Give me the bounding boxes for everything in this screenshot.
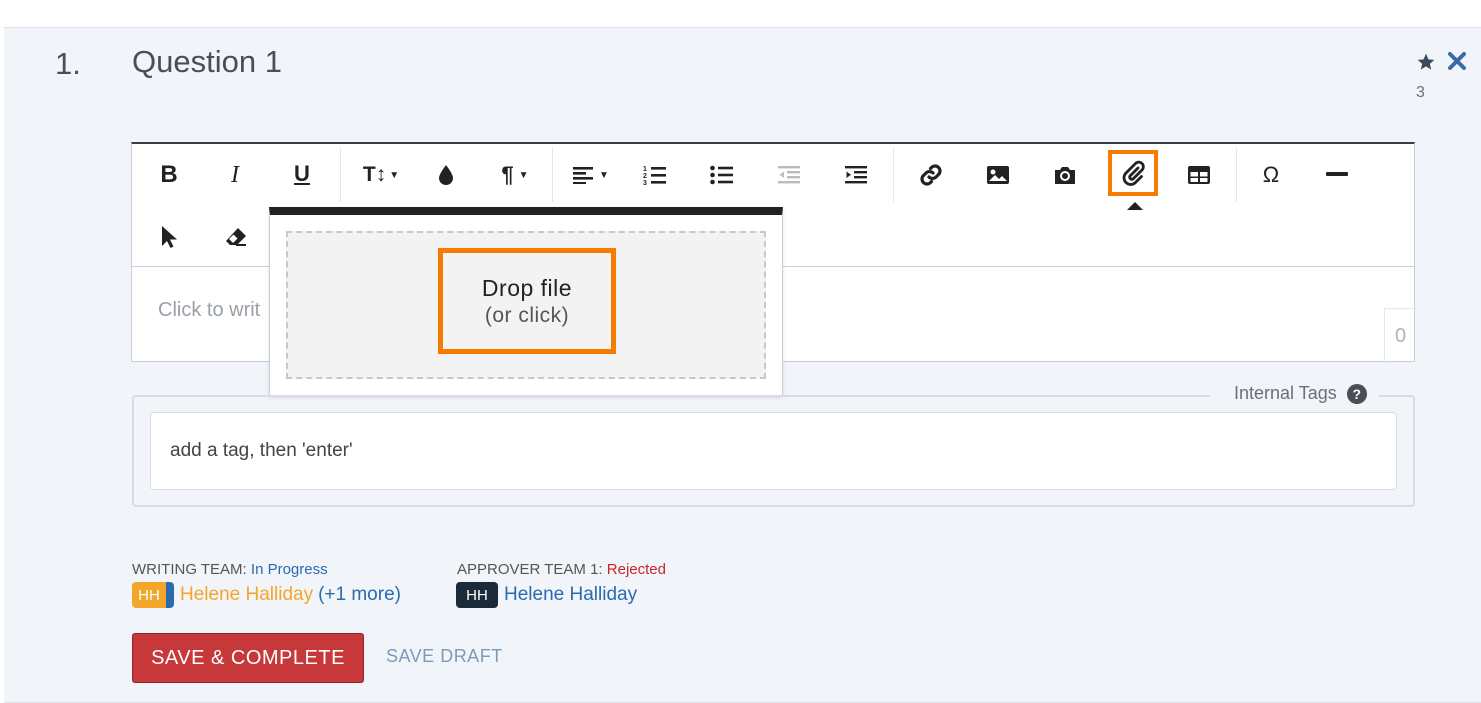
bold-button[interactable]: B [154, 160, 184, 190]
internal-tags-legend: Internal Tags ? [1210, 383, 1379, 404]
file-upload-popup: Drop file (or click) [269, 207, 783, 396]
insert-table-button[interactable] [1184, 160, 1214, 190]
outdent-button[interactable] [774, 160, 804, 190]
tag-input[interactable]: add a tag, then 'enter' [150, 412, 1397, 490]
drop-file-target[interactable]: Drop file (or click) [438, 248, 616, 354]
link-icon [920, 164, 942, 186]
close-icon[interactable] [1446, 50, 1468, 72]
question-number: 1. [55, 46, 81, 81]
approver-team-label: APPROVER TEAM 1: [457, 561, 603, 578]
editor-placeholder[interactable]: Click to writ [158, 299, 260, 322]
paragraph-format-button[interactable]: ¶ ▼ [492, 160, 538, 190]
font-size-icon: T↕ [362, 163, 387, 186]
writing-team-status-value: In Progress [250, 561, 328, 578]
align-left-icon [573, 167, 594, 184]
paragraph-icon: ¶ [501, 162, 514, 187]
indent-button[interactable] [841, 160, 871, 190]
ordered-list-button[interactable]: 123 [640, 160, 670, 190]
select-all-button[interactable] [154, 222, 184, 252]
clear-formatting-button[interactable] [220, 222, 252, 252]
drop-file-label: Drop file [481, 274, 573, 301]
underline-icon: U [294, 161, 310, 186]
save-draft-button[interactable]: SAVE DRAFT [386, 646, 503, 667]
color-drop-icon [439, 165, 453, 185]
writing-team-member: HH Helene Halliday (+1 more) [132, 582, 401, 608]
omega-icon: Ω [1262, 162, 1280, 187]
text-color-button[interactable] [432, 160, 460, 190]
internal-tags-label: Internal Tags [1234, 383, 1337, 403]
approver-team-member: HH Helene Halliday [456, 582, 637, 608]
writing-team-status: WRITING TEAM: In Progress [132, 561, 328, 578]
insert-file-button[interactable] [1108, 150, 1158, 196]
help-icon[interactable]: ? [1346, 383, 1367, 404]
star-icon[interactable] [1416, 52, 1436, 72]
camera-icon [1055, 167, 1075, 184]
align-button[interactable]: ▼ [568, 160, 614, 190]
font-size-button[interactable]: T↕ ▼ [358, 160, 404, 190]
insert-link-button[interactable] [916, 160, 946, 190]
insert-image-button[interactable] [983, 160, 1013, 190]
approver-team-status: APPROVER TEAM 1: Rejected [457, 561, 666, 578]
eraser-icon [226, 228, 246, 246]
more-members-link[interactable]: (+1 more) [318, 584, 401, 606]
character-counter: 0 [1384, 308, 1416, 364]
member-name[interactable]: Helene Halliday [180, 584, 313, 606]
italic-icon: I [231, 161, 239, 188]
cursor-icon [162, 226, 177, 248]
avatar: HH [132, 582, 174, 608]
paperclip-icon [1122, 160, 1145, 186]
horizontal-line-button[interactable] [1322, 160, 1352, 190]
special-characters-button[interactable]: Ω [1256, 160, 1286, 190]
question-title: Question 1 [132, 44, 282, 79]
approver-team-status-value: Rejected [606, 561, 666, 578]
avatar: HH [456, 582, 498, 608]
horizontal-rule-icon [1326, 172, 1348, 176]
table-icon [1188, 166, 1210, 184]
drop-file-sublabel: (or click) [484, 303, 570, 327]
ordered-list-icon: 123 [643, 166, 666, 185]
unordered-list-button[interactable] [707, 160, 737, 190]
writing-team-label: WRITING TEAM: [132, 561, 247, 578]
outdent-icon [778, 166, 800, 184]
file-drop-zone[interactable]: Drop file (or click) [286, 231, 766, 379]
underline-button[interactable]: U [287, 158, 317, 190]
save-complete-button[interactable]: SAVE & COMPLETE [132, 633, 364, 683]
insert-photo-button[interactable] [1050, 160, 1080, 190]
italic-button[interactable]: I [220, 160, 250, 190]
svg-text:3: 3 [643, 180, 647, 185]
star-count: 3 [1416, 84, 1425, 101]
image-icon [987, 166, 1009, 184]
member-name[interactable]: Helene Halliday [504, 584, 637, 606]
active-caret [1127, 202, 1143, 210]
indent-icon [845, 166, 867, 184]
svg-text:2: 2 [643, 173, 647, 180]
bold-icon: B [160, 161, 178, 188]
unordered-list-icon [710, 165, 733, 185]
svg-text:1: 1 [643, 166, 647, 173]
